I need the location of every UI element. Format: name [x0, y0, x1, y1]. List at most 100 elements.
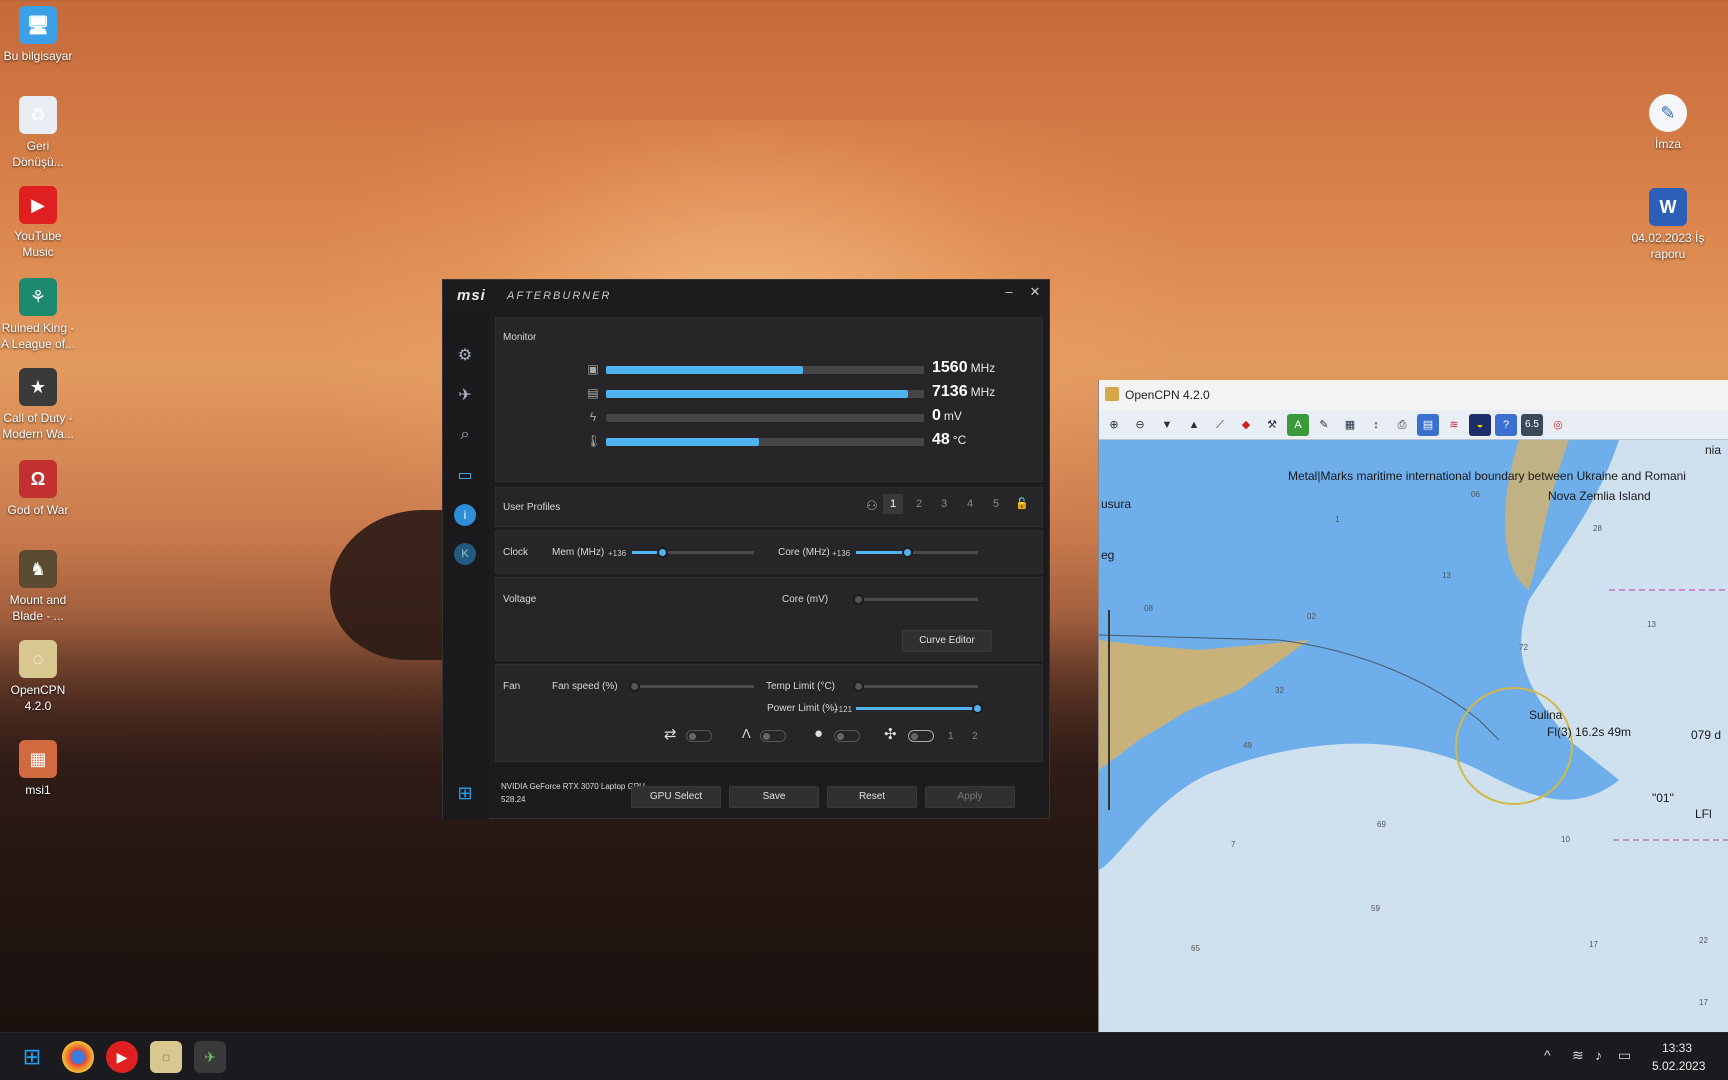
mem-clock-slider-knob[interactable] — [657, 547, 668, 558]
desktop-icon[interactable]: ♻ Geri Dönüşü... — [0, 96, 76, 170]
scale-badge[interactable]: 6.5 — [1521, 414, 1543, 436]
pc-icon: 🖥 — [19, 6, 57, 44]
search-scan-icon[interactable]: ⌕ — [454, 424, 476, 446]
fan-profile-2[interactable]: 2 — [972, 731, 978, 742]
print-icon[interactable]: ⎙ — [1391, 414, 1413, 436]
chart-quilt-icon[interactable]: ▲ — [1183, 414, 1205, 436]
desktop-icon[interactable]: ⚘ Ruined King - A League of... — [0, 278, 76, 352]
desktop-icon-label: Geri Dönüşü... — [12, 139, 64, 169]
lock-icon[interactable]: 🔓 — [1012, 494, 1032, 514]
chrome-icon[interactable] — [62, 1041, 94, 1073]
profile-5-button[interactable]: 5 — [986, 494, 1006, 514]
close-button[interactable]: ✕ — [1025, 284, 1045, 304]
desktop-icon[interactable]: ◌ OpenCPN 4.2.0 — [0, 640, 76, 714]
mark-icon[interactable]: ✎ — [1313, 414, 1335, 436]
user-define-toggle[interactable] — [834, 730, 860, 742]
track-icon[interactable]: ≋ — [1443, 414, 1465, 436]
fan-speed-slider-knob[interactable] — [629, 681, 640, 692]
desktop-icon-is-raporu[interactable]: W 04.02.2023 İş raporu — [1630, 188, 1706, 262]
monitor-icon[interactable]: ▭ — [454, 464, 476, 486]
depth-sounding: 17 — [1699, 998, 1708, 1007]
apply-button[interactable]: Apply — [925, 786, 1015, 808]
wifi-icon[interactable]: ≋ — [1572, 1047, 1584, 1064]
oc-scanner-icon[interactable]: ✈ — [454, 384, 476, 406]
current-icon[interactable]: ↕ — [1365, 414, 1387, 436]
profile-4-button[interactable]: 4 — [960, 494, 980, 514]
gpu-name: NVIDIA GeForce RTX 3070 Laptop GPU — [501, 782, 645, 791]
profile-3-button[interactable]: 3 — [934, 494, 954, 514]
profile-2-button[interactable]: 2 — [909, 494, 929, 514]
tides-icon[interactable]: ▦ — [1339, 414, 1361, 436]
tools-icon[interactable]: ⚒ — [1261, 414, 1283, 436]
memory-icon: ▤ — [587, 386, 599, 400]
desktop-icon[interactable]: ▦ msi1 — [0, 740, 76, 798]
curve-editor-button[interactable]: Curve Editor — [902, 630, 992, 652]
opencpn-titlebar[interactable]: OpenCPN 4.2.0 — [1099, 380, 1728, 410]
temp-limit-slider[interactable] — [853, 681, 978, 692]
desktop-icon[interactable]: ★ Call of Duty - Modern Wa... — [0, 368, 76, 442]
clock-date[interactable]: 5.02.2023 — [1652, 1059, 1705, 1073]
auto-toggle[interactable] — [760, 730, 786, 742]
zoom-out-icon[interactable]: ⊖ — [1129, 414, 1151, 436]
volume-icon[interactable]: ♪ — [1595, 1047, 1602, 1063]
minimize-button[interactable]: – — [999, 284, 1019, 304]
link-toggle[interactable] — [686, 730, 712, 742]
chevron-up-icon[interactable]: ^ — [1544, 1047, 1551, 1063]
core-voltage-slider[interactable] — [853, 594, 978, 605]
route-icon[interactable]: ⟋ — [1209, 414, 1231, 436]
user-define-icon[interactable]: ● — [814, 725, 823, 742]
auto-icon[interactable]: Ʌ — [742, 726, 751, 741]
clock-time[interactable]: 13:33 — [1662, 1041, 1692, 1055]
desktop-icon[interactable]: ▶ YouTube Music — [0, 186, 76, 260]
desktop-icon[interactable]: 🖥 Bu bilgisayar — [0, 6, 76, 64]
youtube-music-icon[interactable]: ▶ — [106, 1041, 138, 1073]
desktop-icon-label: God of War — [7, 503, 69, 517]
text-icon[interactable]: A — [1287, 414, 1309, 436]
start-icon[interactable]: ⊞ — [16, 1041, 48, 1073]
power-limit-slider[interactable] — [856, 703, 983, 714]
help-icon[interactable]: ? — [1495, 414, 1517, 436]
settings-icon[interactable]: ▤ — [1417, 414, 1439, 436]
depth-sounding: 59 — [1371, 904, 1380, 913]
fan-profile-1[interactable]: 1 — [948, 731, 954, 742]
fan-speed-slider[interactable] — [629, 681, 754, 692]
desktop-icon-label: YouTube Music — [14, 229, 62, 259]
day-night-icon[interactable]: ◒ — [1469, 414, 1491, 436]
mem-clock-unit: MHz — [970, 385, 996, 399]
core-mhz-label: Core (MHz) — [778, 547, 830, 558]
gpu-select-button[interactable]: GPU Select — [631, 786, 721, 808]
core-clock-slider[interactable] — [856, 547, 978, 558]
core-clock-unit: MHz — [970, 361, 996, 375]
afterburner-icon[interactable]: ✈ — [194, 1041, 226, 1073]
afterburner-titlebar[interactable]: msi AFTERBURNER – ✕ — [443, 280, 1049, 310]
zoom-in-icon[interactable]: ⊕ — [1103, 414, 1125, 436]
light-characteristic-label: Fl(3) 16.2s 49m — [1547, 725, 1632, 739]
opencpn-icon[interactable]: ◌ — [150, 1041, 182, 1073]
info-icon[interactable]: i — [454, 504, 476, 526]
fan-icon[interactable]: ✣ — [884, 725, 897, 743]
desktop-icon-imza[interactable]: ✎ İmza — [1630, 94, 1706, 152]
temperature-bar — [606, 438, 759, 446]
desktop-icon[interactable]: Ω God of War — [0, 460, 76, 518]
depth-sounding: 13 — [1647, 620, 1656, 629]
save-button[interactable]: Save — [729, 786, 819, 808]
boat-icon[interactable]: ◆ — [1235, 414, 1257, 436]
power-limit-slider-knob[interactable] — [972, 703, 983, 714]
desktop-icon[interactable]: ♞ Mount and Blade - ... — [0, 550, 76, 624]
chart-scale-icon[interactable]: ▼ — [1156, 414, 1178, 436]
core-clock-slider-knob[interactable] — [902, 547, 913, 558]
mem-clock-slider[interactable] — [632, 547, 754, 558]
temp-limit-slider-knob[interactable] — [853, 681, 864, 692]
reset-button[interactable]: Reset — [827, 786, 917, 808]
settings-gear-icon[interactable]: ⚙ — [454, 344, 476, 366]
taskbar: ⊞ ▶ ◌ ✈ ^ ≋ ♪ ▭ 13:33 5.02.2023 — [0, 1032, 1728, 1080]
battery-icon[interactable]: ▭ — [1618, 1047, 1631, 1064]
windows-icon[interactable]: ⊞ — [454, 782, 476, 804]
fan-toggle[interactable] — [908, 730, 934, 742]
mob-icon[interactable]: ◎ — [1547, 414, 1569, 436]
kombustor-icon[interactable]: K — [454, 543, 476, 565]
nautical-chart[interactable]: Metal|Marks maritime international bound… — [1099, 440, 1728, 1032]
core-voltage-slider-knob[interactable] — [853, 594, 864, 605]
link-arrows-icon[interactable]: ⇄ — [664, 725, 677, 743]
profile-1-button[interactable]: 1 — [883, 494, 903, 514]
